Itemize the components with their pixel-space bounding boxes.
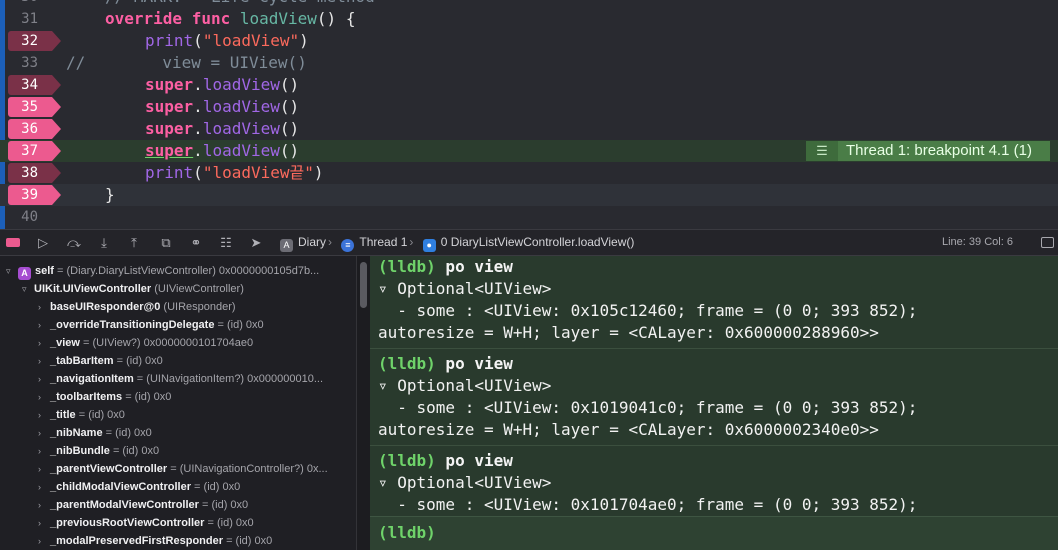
chevron-right-icon: › <box>409 235 414 249</box>
disclosure-triangle-icon: › <box>38 518 41 528</box>
console-prompt: (lldb) <box>378 523 436 542</box>
code-line-39: 39 } <box>0 184 1058 206</box>
scrollbar-thumb[interactable] <box>360 262 367 308</box>
breadcrumb-target[interactable]: A Diary <box>280 235 326 252</box>
console-output: - some : <UIView: 0x105c12460; frame = (… <box>378 301 918 320</box>
disclosure-triangle-icon: › <box>38 428 41 438</box>
variable-row[interactable]: ▿ Aself = (Diary.DiaryListViewController)… <box>6 262 319 280</box>
console-output: autoresize = W+H; layer = <CALayer: 0x60… <box>378 420 879 439</box>
line-number: 31 <box>21 11 38 27</box>
breakpoint-marker[interactable]: 35 <box>8 97 62 117</box>
console-command: (lldb) po view <box>378 354 513 373</box>
line-number: 40 <box>21 209 38 225</box>
breakpoint-marker[interactable]: 37 <box>8 141 62 161</box>
divider <box>370 445 1058 446</box>
variable-row[interactable]: › _nibBundle = (id) 0x0 <box>38 442 159 460</box>
app-icon: A <box>280 239 293 252</box>
breakpoint-marker[interactable]: 39 <box>8 185 62 205</box>
pane-divider[interactable] <box>356 256 370 550</box>
variable-row[interactable]: › _toolbarItems = (id) 0x0 <box>38 388 171 406</box>
variable-row[interactable]: › _parentModalViewController = (id) 0x0 <box>38 496 248 514</box>
breakpoint-toggle-icon[interactable] <box>6 238 20 247</box>
lldb-console[interactable]: (lldb) po view ▿ Optional<UIView> - some… <box>370 256 1058 550</box>
code-comment: // MARK: - Life Cycle method <box>105 0 375 8</box>
disclosure-triangle-icon: ▿ <box>6 266 11 276</box>
variables-view[interactable]: ▿ Aself = (Diary.DiaryListViewController)… <box>0 256 356 550</box>
user-frame-icon: ● <box>422 239 436 252</box>
console-output: ▿ Optional<UIView> <box>378 376 552 395</box>
cursor-position: Line: 39 Col: 6 <box>942 236 1013 248</box>
code-line-34: 34 super.loadView() <box>0 74 1058 96</box>
variable-row[interactable]: › _view = (UIView?) 0x0000000101704ae0 <box>38 334 253 352</box>
thread-breakpoint-badge[interactable]: ☰ Thread 1: breakpoint 4.1 (1) <box>806 141 1050 161</box>
variable-row[interactable]: › _modalPreservedFirstResponder = (id) 0x… <box>38 532 272 550</box>
variable-badge-icon: A <box>18 267 31 280</box>
chevron-right-icon: › <box>328 235 333 249</box>
location-icon[interactable]: ➤ <box>248 235 264 251</box>
code-line-30: 30 // MARK: - Life Cycle method <box>0 0 1058 8</box>
code-line-36: 36 super.loadView() <box>0 118 1058 140</box>
breakpoint-marker[interactable]: 34 <box>8 75 62 95</box>
debug-toolbar: ▷ ⤼ ⤓ ⤒ ⧉ ⚭ ☷ ➤ A Diary › ≡ Thread 1 › ● 0 Di… <box>0 229 1058 256</box>
disclosure-triangle-icon: › <box>38 392 41 402</box>
console-output: ▿ Optional<UIView> <box>378 279 552 298</box>
variable-row[interactable]: › _nibName = (id) 0x0 <box>38 424 152 442</box>
variable-row[interactable]: ▿ UIKit.UIViewController (UIViewControlle… <box>22 280 244 298</box>
continue-icon[interactable]: ▷ <box>35 235 51 251</box>
console-command: (lldb) po view <box>378 451 513 470</box>
divider <box>370 348 1058 349</box>
step-out-icon[interactable]: ⤒ <box>126 235 142 251</box>
breakpoint-marker[interactable]: 36 <box>8 119 62 139</box>
console-command: (lldb) po view <box>378 257 513 276</box>
line-number: 33 <box>21 55 38 71</box>
disclosure-triangle-icon: › <box>38 482 41 492</box>
console-output: ▿ Optional<UIView> <box>378 473 552 492</box>
breakpoint-marker[interactable]: 38 <box>8 163 62 183</box>
variable-row[interactable]: › _overrideTransitioningDelegate = (id) 0… <box>38 316 264 334</box>
variable-row[interactable]: › _previousRootViewController = (id) 0x0 <box>38 514 254 532</box>
disclosure-triangle-icon: › <box>38 536 41 546</box>
console-output: autoresize = W+H; layer = <CALayer: 0x60… <box>378 323 879 342</box>
variable-row[interactable]: › _parentViewController = (UINavigationCo… <box>38 460 328 478</box>
variable-row[interactable]: › _navigationItem = (UINavigationItem?) 0… <box>38 370 323 388</box>
console-output: - some : <UIView: 0x101704ae0; frame = (… <box>378 495 918 514</box>
disclosure-triangle-icon: › <box>38 302 41 312</box>
disclosure-triangle-icon: › <box>38 500 41 510</box>
hamburger-icon: ☰ <box>806 141 838 161</box>
memory-graph-icon[interactable]: ⚭ <box>188 235 204 251</box>
code-line-35: 35 super.loadView() <box>0 96 1058 118</box>
console-input[interactable]: (lldb) <box>370 516 1058 550</box>
code-line-31: 31 override func loadView() { <box>0 8 1058 30</box>
code-line-40: 40 <box>0 206 1058 228</box>
breadcrumb: A Diary › ≡ Thread 1 › ● 0 DiaryListViewContr… <box>280 230 634 255</box>
breadcrumb-thread[interactable]: ≡ Thread 1 <box>341 235 407 252</box>
step-over-icon[interactable]: ⤼ <box>66 235 82 251</box>
disclosure-triangle-icon: › <box>38 338 41 348</box>
disclosure-triangle-icon: › <box>38 356 41 366</box>
code-line-38: 38 print("loadView끝") <box>0 162 1058 184</box>
variable-row[interactable]: › baseUIResponder@0 (UIResponder) <box>38 298 236 316</box>
code-line-32: 32 print("loadView") <box>0 30 1058 52</box>
disclosure-triangle-icon: ▿ <box>22 284 27 294</box>
source-editor[interactable]: 30 // MARK: - Life Cycle method 31 overr… <box>0 0 1058 229</box>
disclosure-triangle-icon: › <box>38 374 41 384</box>
breadcrumb-frame[interactable]: ● 0 DiaryListViewController.loadView() <box>422 235 634 252</box>
console-output: - some : <UIView: 0x1019041c0; frame = (… <box>378 398 918 417</box>
disclosure-triangle-icon: › <box>38 320 41 330</box>
variable-row[interactable]: › _tabBarItem = (id) 0x0 <box>38 352 163 370</box>
environment-icon[interactable]: ☷ <box>218 235 234 251</box>
step-into-icon[interactable]: ⤓ <box>96 235 112 251</box>
layout-toggle-icon[interactable] <box>1041 237 1054 248</box>
disclosure-triangle-icon: › <box>38 464 41 474</box>
variable-row[interactable]: › _title = (id) 0x0 <box>38 406 125 424</box>
disclosure-triangle-icon: › <box>38 446 41 456</box>
disclosure-triangle-icon: › <box>38 410 41 420</box>
view-hierarchy-icon[interactable]: ⧉ <box>158 235 174 251</box>
variable-row[interactable]: › _childModalViewController = (id) 0x0 <box>38 478 240 496</box>
code-comment: // view = UIView() <box>66 53 307 72</box>
code-line-33: 33 // view = UIView() <box>0 52 1058 74</box>
thread-icon: ≡ <box>341 239 355 252</box>
breakpoint-marker[interactable]: 32 <box>8 31 62 51</box>
code-line-37-current: 37 super.loadView() ☰ Thread 1: breakpoi… <box>0 140 1058 162</box>
